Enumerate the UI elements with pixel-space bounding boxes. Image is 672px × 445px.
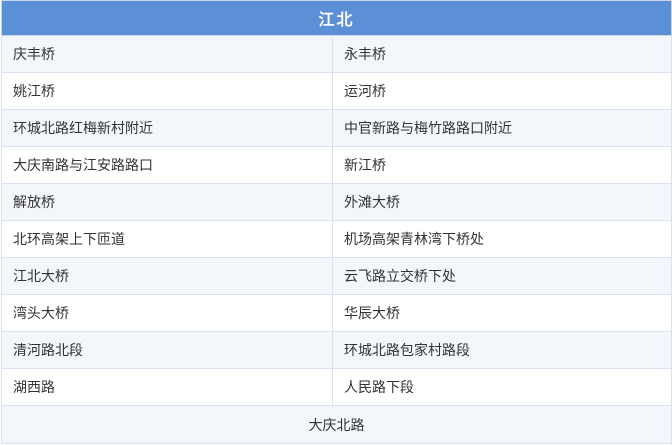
- table-cell: 永丰桥: [331, 35, 672, 73]
- table-row: 北环高架上下匝道 机场高架青林湾下桥处: [1, 220, 672, 258]
- table-cell: 大庆南路与江安路路口: [1, 146, 333, 184]
- table-row: 姚江桥 运河桥: [1, 72, 672, 110]
- table-row: 清河路北段 环城北路包家村路段: [1, 331, 672, 369]
- table-row: 湾头大桥 华辰大桥: [1, 294, 672, 332]
- location-table: 江北 庆丰桥 永丰桥 姚江桥 运河桥 环城北路红梅新村附近 中官新路与梅竹路路口…: [0, 0, 672, 444]
- table-cell: 北环高架上下匝道: [1, 220, 333, 258]
- table-cell: 中官新路与梅竹路路口附近: [331, 109, 672, 147]
- table-row: 解放桥 外滩大桥: [1, 183, 672, 221]
- table-row: 环城北路红梅新村附近 中官新路与梅竹路路口附近: [1, 109, 672, 147]
- table-footer-cell: 大庆北路: [0, 405, 672, 444]
- table-cell: 清河路北段: [1, 331, 333, 369]
- table-footer-row: 大庆北路: [0, 405, 672, 444]
- table-cell: 新江桥: [331, 146, 672, 184]
- table-header-row: 江北: [0, 0, 672, 36]
- table-cell: 外滩大桥: [331, 183, 672, 221]
- table-row: 大庆南路与江安路路口 新江桥: [1, 146, 672, 184]
- table-cell: 云飞路立交桥下处: [331, 257, 672, 295]
- table-header-title: 江北: [0, 0, 672, 36]
- table-cell: 湖西路: [1, 368, 333, 406]
- table-row: 庆丰桥 永丰桥: [1, 35, 672, 73]
- table-row: 江北大桥 云飞路立交桥下处: [1, 257, 672, 295]
- table-cell: 华辰大桥: [331, 294, 672, 332]
- table-cell: 姚江桥: [1, 72, 333, 110]
- table-cell: 解放桥: [1, 183, 333, 221]
- table-cell: 湾头大桥: [1, 294, 333, 332]
- table-cell: 运河桥: [331, 72, 672, 110]
- table-cell: 环城北路包家村路段: [331, 331, 672, 369]
- location-table-container: 江北 庆丰桥 永丰桥 姚江桥 运河桥 环城北路红梅新村附近 中官新路与梅竹路路口…: [0, 0, 672, 444]
- table-cell: 机场高架青林湾下桥处: [331, 220, 672, 258]
- table-row: 湖西路 人民路下段: [1, 368, 672, 406]
- table-cell: 江北大桥: [1, 257, 333, 295]
- table-cell: 人民路下段: [331, 368, 672, 406]
- table-cell: 庆丰桥: [1, 35, 333, 73]
- table-cell: 环城北路红梅新村附近: [1, 109, 333, 147]
